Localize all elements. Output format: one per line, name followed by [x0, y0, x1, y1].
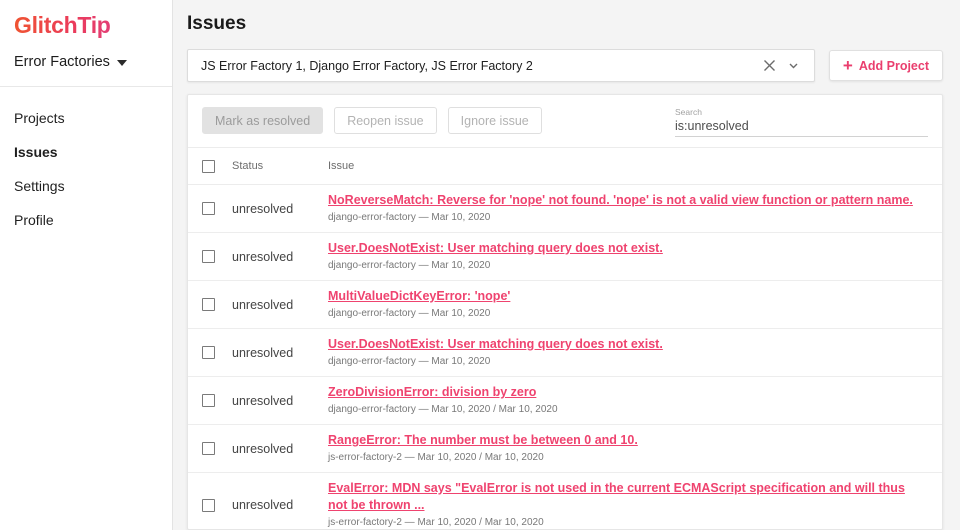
- row-select-cell: [202, 346, 232, 359]
- chevron-down-icon[interactable]: [782, 54, 806, 78]
- row-status: unresolved: [232, 394, 328, 408]
- app-logo[interactable]: GlitchTip: [0, 0, 172, 40]
- table-body: unresolvedNoReverseMatch: Reverse for 'n…: [188, 185, 942, 530]
- main-content: Issues JS Error Factory 1, Django Error …: [173, 0, 960, 530]
- issues-toolbar: Mark as resolved Reopen issue Ignore iss…: [188, 95, 942, 147]
- row-select-cell: [202, 499, 232, 512]
- row-issue-cell: User.DoesNotExist: User matching query d…: [328, 240, 928, 273]
- row-status: unresolved: [232, 202, 328, 216]
- row-checkbox[interactable]: [202, 250, 215, 263]
- column-header-status: Status: [232, 160, 328, 172]
- select-all-checkbox[interactable]: [202, 160, 215, 173]
- table-header-row: Status Issue: [188, 147, 942, 185]
- org-switcher[interactable]: Error Factories: [0, 40, 172, 87]
- row-select-cell: [202, 298, 232, 311]
- search-label: Search: [675, 107, 928, 118]
- add-project-button[interactable]: + Add Project: [829, 50, 943, 81]
- ignore-issue-button[interactable]: Ignore issue: [448, 107, 542, 134]
- issue-title-link[interactable]: EvalError: MDN says "EvalError is not us…: [328, 480, 914, 514]
- add-project-label: Add Project: [859, 59, 929, 73]
- row-checkbox[interactable]: [202, 394, 215, 407]
- table-row[interactable]: unresolvedEvalError: MDN says "EvalError…: [188, 473, 942, 530]
- issue-title-link[interactable]: User.DoesNotExist: User matching query d…: [328, 240, 914, 257]
- project-select[interactable]: JS Error Factory 1, Django Error Factory…: [187, 49, 815, 82]
- reopen-issue-button[interactable]: Reopen issue: [334, 107, 436, 134]
- sidebar-item-projects[interactable]: Projects: [0, 101, 172, 135]
- table-row[interactable]: unresolvedUser.DoesNotExist: User matchi…: [188, 233, 942, 281]
- table-row[interactable]: unresolvedZeroDivisionError: division by…: [188, 377, 942, 425]
- row-issue-cell: ZeroDivisionError: division by zerodjang…: [328, 384, 928, 417]
- sidebar: GlitchTip Error Factories Projects Issue…: [0, 0, 173, 530]
- table-row[interactable]: unresolvedNoReverseMatch: Reverse for 'n…: [188, 185, 942, 233]
- issue-title-link[interactable]: MultiValueDictKeyError: 'nope': [328, 288, 914, 305]
- row-status: unresolved: [232, 250, 328, 264]
- issue-subtitle: django-error-factory — Mar 10, 2020: [328, 354, 914, 369]
- bulk-action-buttons: Mark as resolved Reopen issue Ignore iss…: [202, 107, 542, 134]
- project-select-value: JS Error Factory 1, Django Error Factory…: [201, 59, 758, 73]
- row-checkbox[interactable]: [202, 442, 215, 455]
- table-row[interactable]: unresolvedMultiValueDictKeyError: 'nope'…: [188, 281, 942, 329]
- row-status: unresolved: [232, 498, 328, 512]
- issue-title-link[interactable]: User.DoesNotExist: User matching query d…: [328, 336, 914, 353]
- table-row[interactable]: unresolvedRangeError: The number must be…: [188, 425, 942, 473]
- mark-as-resolved-button[interactable]: Mark as resolved: [202, 107, 323, 134]
- row-status: unresolved: [232, 346, 328, 360]
- row-checkbox[interactable]: [202, 499, 215, 512]
- issue-subtitle: django-error-factory — Mar 10, 2020 / Ma…: [328, 402, 914, 417]
- search-field[interactable]: Search is:unresolved: [675, 107, 928, 137]
- app-root: GlitchTip Error Factories Projects Issue…: [0, 0, 960, 530]
- sidebar-nav: Projects Issues Settings Profile: [0, 87, 172, 237]
- issue-title-link[interactable]: NoReverseMatch: Reverse for 'nope' not f…: [328, 192, 914, 209]
- issues-table: Status Issue unresolvedNoReverseMatch: R…: [188, 147, 942, 530]
- row-checkbox[interactable]: [202, 346, 215, 359]
- org-switcher-label: Error Factories: [14, 54, 110, 70]
- issue-subtitle: django-error-factory — Mar 10, 2020: [328, 306, 914, 321]
- table-row[interactable]: unresolvedUser.DoesNotExist: User matchi…: [188, 329, 942, 377]
- row-select-cell: [202, 442, 232, 455]
- project-selector-row: JS Error Factory 1, Django Error Factory…: [173, 37, 960, 82]
- row-checkbox[interactable]: [202, 298, 215, 311]
- row-issue-cell: User.DoesNotExist: User matching query d…: [328, 336, 928, 369]
- page-title: Issues: [173, 0, 960, 37]
- row-issue-cell: EvalError: MDN says "EvalError is not us…: [328, 480, 928, 530]
- column-header-issue: Issue: [328, 160, 942, 172]
- row-issue-cell: MultiValueDictKeyError: 'nope'django-err…: [328, 288, 928, 321]
- caret-down-icon: [117, 60, 127, 66]
- row-select-cell: [202, 202, 232, 215]
- close-icon[interactable]: [758, 54, 782, 78]
- search-input[interactable]: is:unresolved: [675, 118, 928, 135]
- row-select-cell: [202, 250, 232, 263]
- sidebar-item-issues[interactable]: Issues: [0, 135, 172, 169]
- select-all-cell: [202, 160, 232, 173]
- row-status: unresolved: [232, 442, 328, 456]
- sidebar-item-settings[interactable]: Settings: [0, 169, 172, 203]
- row-checkbox[interactable]: [202, 202, 215, 215]
- row-issue-cell: RangeError: The number must be between 0…: [328, 432, 928, 465]
- issues-card: Mark as resolved Reopen issue Ignore iss…: [187, 94, 943, 530]
- issue-subtitle: django-error-factory — Mar 10, 2020: [328, 210, 914, 225]
- issue-subtitle: js-error-factory-2 — Mar 10, 2020 / Mar …: [328, 515, 914, 530]
- sidebar-item-profile[interactable]: Profile: [0, 203, 172, 237]
- issue-subtitle: django-error-factory — Mar 10, 2020: [328, 258, 914, 273]
- issue-subtitle: js-error-factory-2 — Mar 10, 2020 / Mar …: [328, 450, 914, 465]
- row-status: unresolved: [232, 298, 328, 312]
- issue-title-link[interactable]: RangeError: The number must be between 0…: [328, 432, 914, 449]
- plus-icon: +: [843, 57, 853, 74]
- issue-title-link[interactable]: ZeroDivisionError: division by zero: [328, 384, 914, 401]
- row-issue-cell: NoReverseMatch: Reverse for 'nope' not f…: [328, 192, 928, 225]
- row-select-cell: [202, 394, 232, 407]
